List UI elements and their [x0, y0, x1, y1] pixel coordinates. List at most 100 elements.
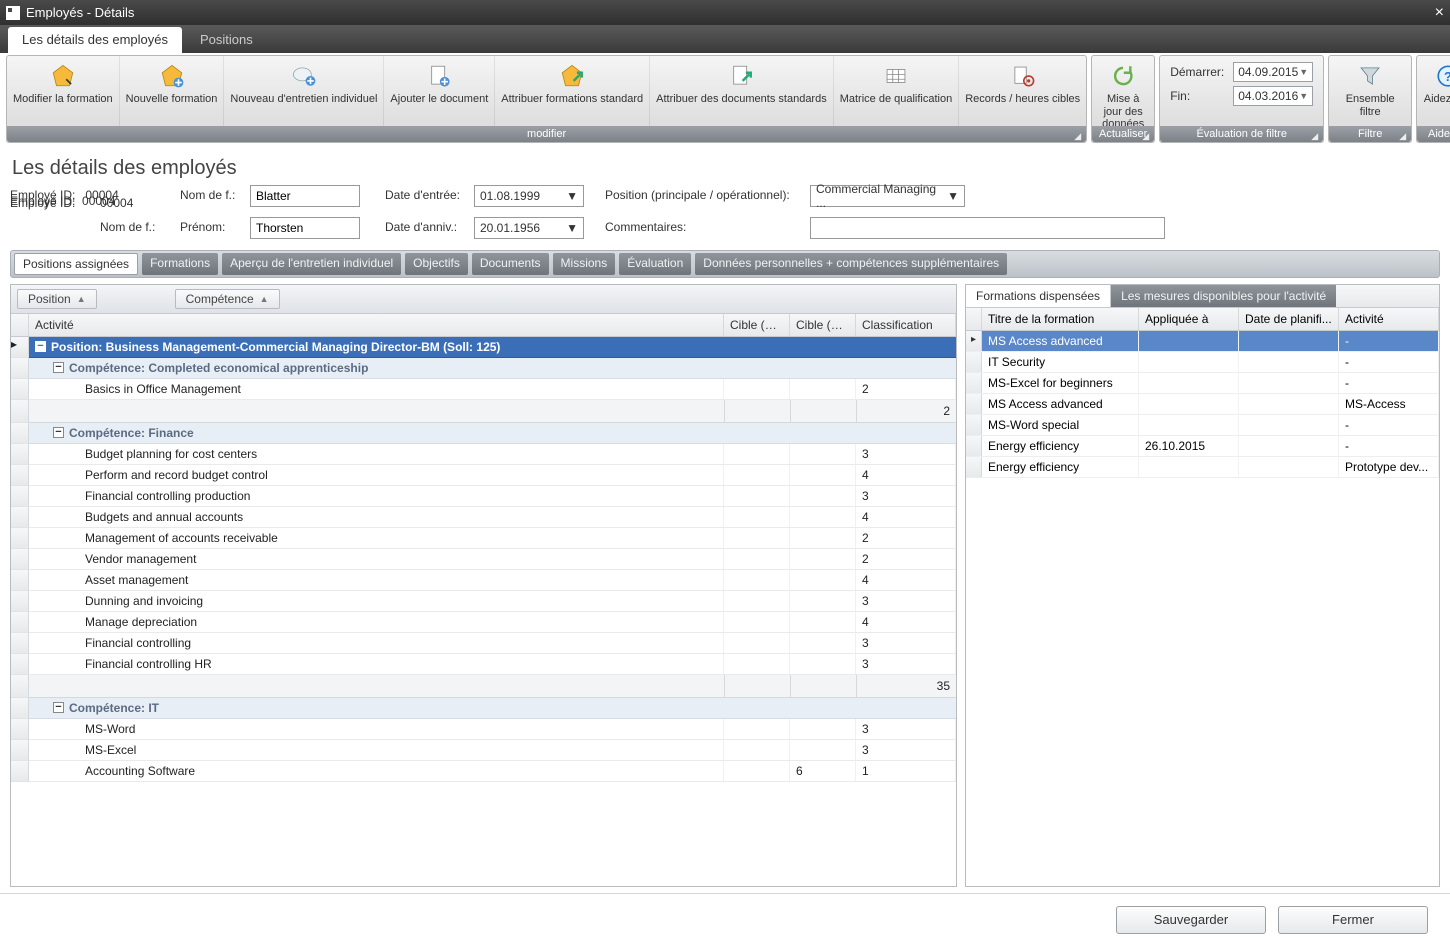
subtab-evaluation[interactable]: Évaluation — [619, 253, 691, 275]
comments-field[interactable] — [810, 217, 1165, 239]
table-row[interactable]: Asset management4 — [29, 570, 956, 591]
group-by-competence[interactable]: Compétence▲ — [175, 289, 280, 309]
close-button[interactable]: Fermer — [1278, 906, 1428, 934]
table-row[interactable]: MS-Excel3 — [29, 740, 956, 761]
table-row[interactable]: Budget planning for cost centers3 — [29, 444, 956, 465]
subtab-interview-overview[interactable]: Aperçu de l'entretien individuel — [222, 253, 401, 275]
row-indicator[interactable] — [11, 423, 29, 444]
row-indicator[interactable] — [11, 698, 29, 719]
chevron-down-icon: ▼ — [947, 189, 959, 203]
chevron-down-icon: ▼ — [1299, 67, 1308, 77]
group-row-position[interactable]: −Position: Business Management-Commercia… — [29, 337, 956, 358]
row-indicator[interactable] — [11, 740, 29, 761]
table-row[interactable]: Dunning and invoicing3 — [29, 591, 956, 612]
row-indicator[interactable] — [11, 465, 29, 486]
group-launcher-icon[interactable]: ◢ — [1399, 131, 1409, 141]
training-row[interactable]: MS-Word special- — [966, 415, 1439, 436]
subtab-positions-assignees[interactable]: Positions assignées — [14, 253, 138, 275]
chevron-down-icon: ▼ — [1299, 91, 1308, 101]
app-icon — [6, 6, 20, 20]
training-row[interactable]: MS Access advancedMS-Access — [966, 394, 1439, 415]
window-title: Employés - Détails — [26, 5, 134, 20]
table-row[interactable]: Accounting Software61 — [29, 761, 956, 782]
report-target-icon — [1009, 62, 1037, 90]
row-indicator[interactable] — [11, 591, 29, 612]
birth-date-picker[interactable]: 20.01.1956▼ — [474, 217, 584, 239]
tab-employee-details[interactable]: Les détails des employés — [8, 27, 182, 53]
matrix-icon — [882, 62, 910, 90]
table-row[interactable]: Basics in Office Management2 — [29, 379, 956, 400]
firstname-field[interactable] — [250, 217, 360, 239]
row-indicator[interactable] — [11, 486, 29, 507]
group-launcher-icon[interactable]: ◢ — [1311, 131, 1321, 141]
row-indicator[interactable] — [11, 675, 29, 698]
tab-positions[interactable]: Positions — [186, 27, 267, 53]
collapse-icon[interactable]: − — [35, 341, 46, 352]
save-button[interactable]: Sauvegarder — [1116, 906, 1266, 934]
training-row[interactable]: Energy efficiency26.10.2015- — [966, 436, 1439, 457]
titlebar: Employés - Détails × — [0, 0, 1450, 25]
row-indicator[interactable] — [11, 444, 29, 465]
col-activity[interactable]: Activité — [29, 314, 724, 336]
training-row[interactable]: IT Security- — [966, 352, 1439, 373]
training-row[interactable]: ▸MS Access advanced- — [966, 331, 1439, 352]
rcol-activity[interactable]: Activité — [1339, 308, 1439, 330]
end-date-picker[interactable]: 04.03.2016▼ — [1233, 86, 1313, 106]
close-icon[interactable]: × — [1435, 4, 1444, 22]
training-row[interactable]: MS-Excel for beginners- — [966, 373, 1439, 394]
row-indicator[interactable] — [11, 719, 29, 740]
group-row-competence[interactable]: −Compétence: IT — [29, 698, 956, 719]
main-tabs: Les détails des employés Positions — [0, 25, 1450, 53]
lastname-field[interactable] — [250, 185, 360, 207]
table-row[interactable]: MS-Word3 — [29, 719, 956, 740]
table-row[interactable]: Vendor management2 — [29, 549, 956, 570]
entry-date-picker[interactable]: 01.08.1999▼ — [474, 185, 584, 207]
table-row[interactable]: Financial controlling production3 — [29, 486, 956, 507]
rtab-formations-dispensees[interactable]: Formations dispensées — [966, 285, 1111, 307]
table-row[interactable]: Budgets and annual accounts4 — [29, 507, 956, 528]
rtab-mesures-disponibles[interactable]: Les mesures disponibles pour l'activité — [1111, 285, 1336, 307]
col-classification[interactable]: Classification — [856, 314, 956, 336]
row-indicator[interactable]: ▸ — [11, 337, 29, 358]
table-row[interactable]: Financial controlling3 — [29, 633, 956, 654]
row-indicator[interactable] — [11, 358, 29, 379]
table-row[interactable]: Manage depreciation4 — [29, 612, 956, 633]
table-row[interactable]: Management of accounts receivable2 — [29, 528, 956, 549]
subtab-formations[interactable]: Formations — [142, 253, 218, 275]
training-row[interactable]: Energy efficiencyPrototype dev... — [966, 457, 1439, 478]
row-indicator[interactable] — [11, 612, 29, 633]
table-row[interactable]: Perform and record budget control4 — [29, 465, 956, 486]
row-indicator[interactable] — [11, 761, 29, 782]
row-indicator[interactable] — [11, 570, 29, 591]
rcol-applied[interactable]: Appliquée à — [1139, 308, 1239, 330]
document-arrow-icon — [727, 62, 755, 90]
group-launcher-icon[interactable]: ◢ — [1074, 131, 1084, 141]
start-date-picker[interactable]: 04.09.2015▼ — [1233, 62, 1313, 82]
collapse-icon[interactable]: − — [53, 427, 64, 438]
group-launcher-icon[interactable]: ◢ — [1142, 131, 1152, 141]
collapse-icon[interactable]: − — [53, 362, 64, 373]
subtab-personal-data[interactable]: Données personnelles + compétences suppl… — [695, 253, 1007, 275]
subtab-missions[interactable]: Missions — [553, 253, 616, 275]
row-indicator[interactable] — [11, 400, 29, 423]
group-row-competence[interactable]: −Compétence: Finance — [29, 423, 956, 444]
position-select[interactable]: Commercial Managing ...▼ — [810, 185, 965, 207]
group-by-position[interactable]: Position▲ — [17, 289, 97, 309]
subtab-documents[interactable]: Documents — [472, 253, 549, 275]
row-indicator[interactable] — [11, 654, 29, 675]
col-cible2[interactable]: Cible (h)... — [790, 314, 856, 336]
subtab-objectives[interactable]: Objectifs — [405, 253, 468, 275]
row-indicator[interactable] — [11, 507, 29, 528]
row-indicator[interactable] — [11, 528, 29, 549]
rcol-plan-date[interactable]: Date de planifi... — [1239, 308, 1339, 330]
table-row[interactable]: Financial controlling HR3 — [29, 654, 956, 675]
collapse-icon[interactable]: − — [53, 702, 64, 713]
rcol-title[interactable]: Titre de la formation — [982, 308, 1139, 330]
firstname-label: Prénom: — [180, 220, 225, 234]
row-indicator[interactable] — [11, 549, 29, 570]
row-indicator[interactable] — [11, 379, 29, 400]
row-indicator[interactable] — [11, 633, 29, 654]
col-cible1[interactable]: Cible (h)... — [724, 314, 790, 336]
funnel-icon — [1356, 62, 1384, 90]
group-row-competence[interactable]: −Compétence: Completed economical appren… — [29, 358, 956, 379]
